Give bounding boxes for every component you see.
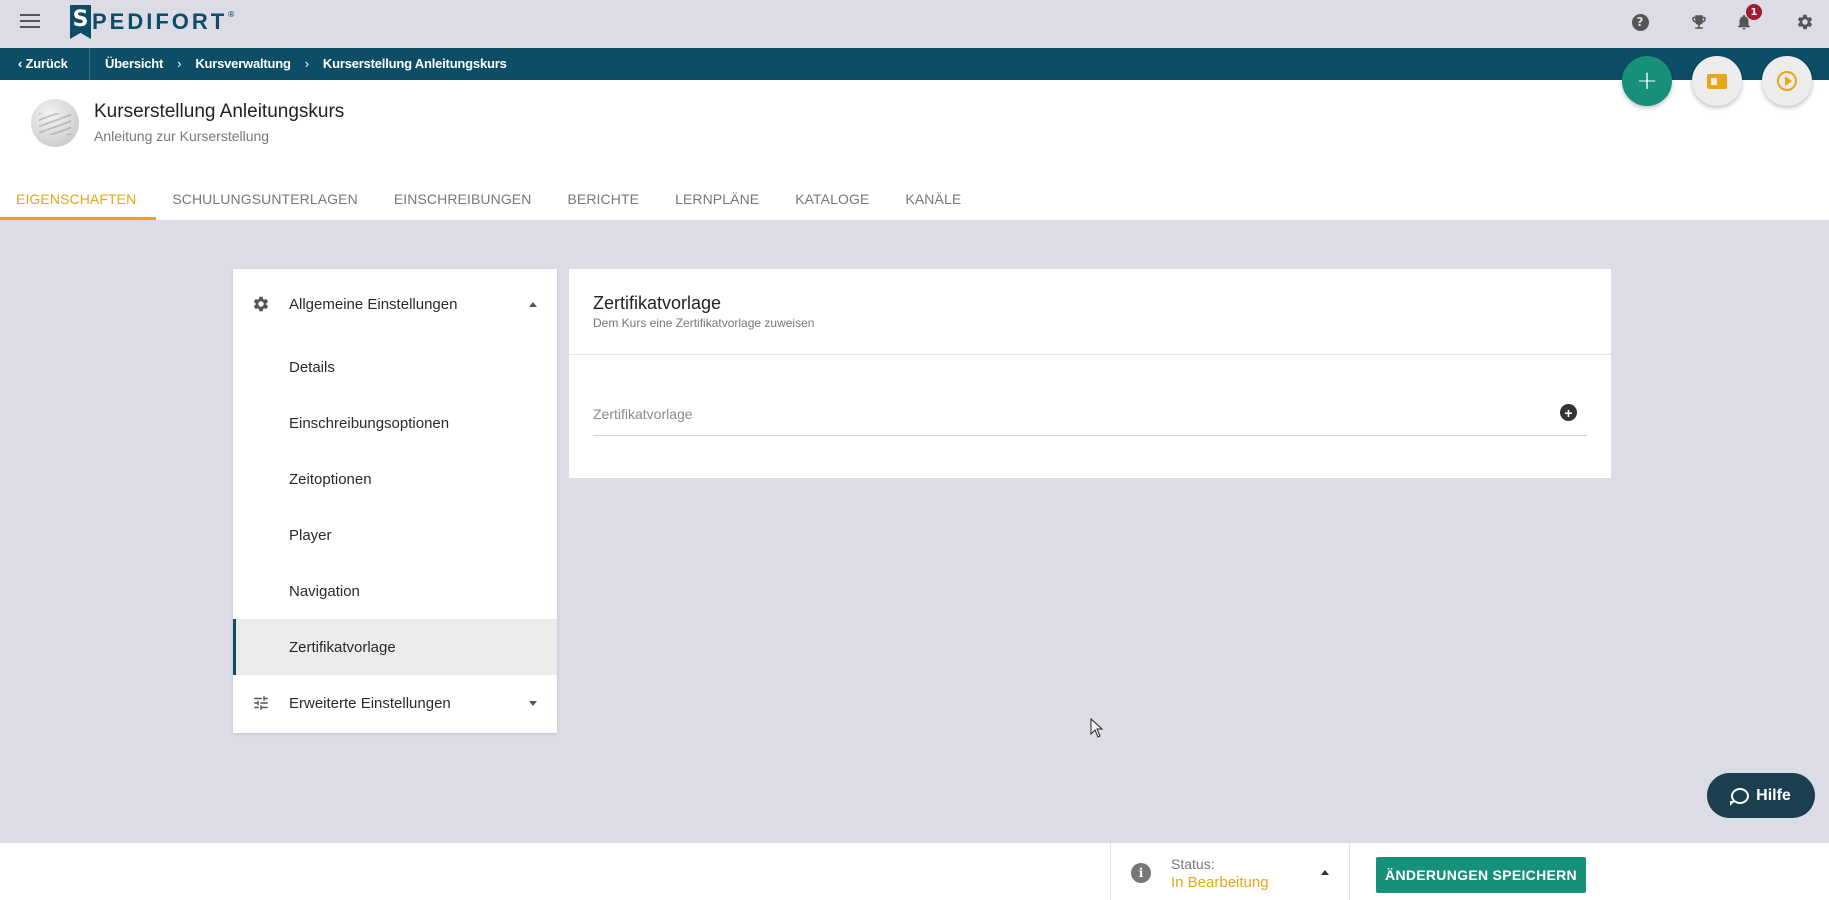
menu-icon[interactable] — [20, 14, 40, 32]
help-icon[interactable]: ? — [1628, 10, 1652, 34]
notification-badge: 1 — [1746, 4, 1762, 20]
course-header: Kurserstellung Anleitungskurs Anleitung … — [0, 80, 1829, 220]
info-icon: i — [1131, 863, 1151, 883]
page-title: Kurserstellung Anleitungskurs — [94, 101, 345, 122]
status-selector[interactable]: i Status: In Bearbeitung — [1110, 843, 1350, 900]
help-chat-button[interactable]: Hilfe — [1707, 773, 1815, 818]
logo-text: PEDIFORT — [92, 9, 228, 34]
nav-item-player[interactable]: Player — [233, 507, 557, 563]
bell-icon[interactable]: 1 — [1732, 4, 1762, 34]
tab-lernplaene[interactable]: LERNPLÄNE — [659, 178, 779, 220]
nav-group-advanced[interactable]: Erweiterte Einstellungen — [233, 675, 557, 731]
back-button[interactable]: ‹ Zurück — [18, 48, 68, 80]
chevron-right-icon: › — [177, 56, 182, 71]
logo-registered: ® — [227, 10, 236, 19]
tab-kataloge[interactable]: KATALOGE — [779, 178, 889, 220]
breadcrumb-item[interactable]: Übersicht — [105, 48, 163, 80]
logo-mark: S — [70, 5, 91, 39]
chat-bubble-icon — [1730, 787, 1750, 806]
chevron-left-icon: ‹ — [18, 56, 26, 71]
gear-icon — [251, 294, 271, 314]
page-subtitle: Anleitung zur Kurserstellung — [94, 128, 270, 144]
tab-berichte[interactable]: BERICHTE — [551, 178, 659, 220]
tab-einschreibungen[interactable]: EINSCHREIBUNGEN — [378, 178, 552, 220]
id-card-icon — [1707, 73, 1727, 89]
tab-eigenschaften[interactable]: EIGENSCHAFTEN — [0, 178, 157, 220]
logo[interactable]: S PEDIFORT ® — [70, 4, 235, 40]
nav-group-general[interactable]: Allgemeine Einstellungen — [233, 269, 557, 339]
nav-item-details[interactable]: Details — [233, 339, 557, 395]
divider — [89, 48, 90, 80]
gear-icon[interactable] — [1793, 10, 1817, 34]
status-label: Status: — [1171, 856, 1215, 872]
add-circle-icon[interactable]: + — [1560, 404, 1577, 421]
panel-title: Zertifikatvorlage — [593, 293, 722, 313]
breadcrumb-bar: ‹ Zurück Übersicht › Kursverwaltung › Ku… — [0, 48, 1829, 80]
tab-schulungsunterlagen[interactable]: SCHULUNGSUNTERLAGEN — [156, 178, 378, 220]
back-label: Zurück — [25, 56, 68, 71]
panel-header: Zertifikatvorlage Dem Kurs eine Zertifik… — [569, 269, 1611, 355]
play-course-button[interactable] — [1762, 56, 1812, 106]
footer-bar: i Status: In Bearbeitung ÄNDERUNGEN SPEI… — [0, 843, 1829, 900]
chevron-right-icon: › — [304, 56, 309, 71]
top-app-bar: S PEDIFORT ® ? 1 — [0, 0, 1829, 48]
panel-subtitle: Dem Kurs eine Zertifikatvorlage zuweisen — [593, 316, 815, 330]
tune-icon — [251, 693, 271, 713]
tab-bar: EIGENSCHAFTEN SCHULUNGSUNTERLAGEN EINSCH… — [0, 178, 981, 220]
course-thumbnail — [31, 99, 79, 147]
caret-up-icon — [1321, 870, 1329, 875]
nav-group-label: Allgemeine Einstellungen — [289, 295, 458, 313]
breadcrumb: Übersicht › Kursverwaltung › Kurserstell… — [105, 48, 507, 80]
settings-nav: Allgemeine Einstellungen Details Einschr… — [233, 269, 557, 733]
certificate-template-placeholder: Zertifikatvorlage — [593, 406, 693, 422]
certificate-card-button[interactable] — [1692, 56, 1742, 106]
nav-item-navigation[interactable]: Navigation — [233, 563, 557, 619]
nav-item-zeitoptionen[interactable]: Zeitoptionen — [233, 451, 557, 507]
nav-item-einschreibungsoptionen[interactable]: Einschreibungsoptionen — [233, 395, 557, 451]
plus-icon: + — [1636, 66, 1658, 96]
help-label: Hilfe — [1756, 786, 1791, 804]
certificate-template-field[interactable]: Zertifikatvorlage + — [593, 400, 1587, 436]
nav-group-label: Erweiterte Einstellungen — [289, 694, 451, 712]
chevron-up-icon — [529, 301, 537, 307]
certificate-panel: Zertifikatvorlage Dem Kurs eine Zertifik… — [569, 269, 1611, 478]
trophy-icon[interactable] — [1687, 10, 1711, 34]
mouse-cursor-icon — [1090, 718, 1104, 738]
nav-item-zertifikatvorlage[interactable]: Zertifikatvorlage — [233, 619, 557, 675]
play-circle-icon — [1777, 71, 1797, 91]
chevron-down-icon — [529, 700, 537, 706]
add-button[interactable]: + — [1622, 56, 1672, 106]
status-value: In Bearbeitung — [1171, 874, 1269, 891]
tab-kanaele[interactable]: KANÄLE — [889, 178, 981, 220]
breadcrumb-item[interactable]: Kursverwaltung — [195, 48, 291, 80]
breadcrumb-item-current: Kurserstellung Anleitungskurs — [322, 56, 507, 71]
save-changes-button[interactable]: ÄNDERUNGEN SPEICHERN — [1376, 857, 1586, 893]
